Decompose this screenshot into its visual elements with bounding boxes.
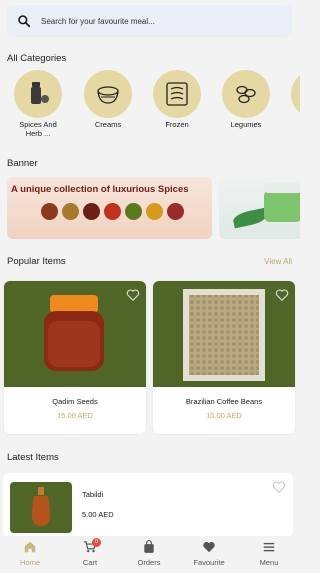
product-image <box>153 281 295 387</box>
popular-title: Popular Items <box>7 256 66 267</box>
spice-spoon <box>125 203 142 220</box>
banner-slide-spices[interactable]: A unique collection of luxurious Spices <box>7 177 212 239</box>
seeds-jar-image <box>44 295 104 371</box>
home-icon <box>24 541 36 553</box>
banner-carousel[interactable]: A unique collection of luxurious Spices <box>7 177 300 239</box>
product-card[interactable]: Qadim Seeds 15.00 AED <box>4 281 146 434</box>
search-icon <box>18 15 31 28</box>
product-name: Qadim Seeds <box>52 397 98 406</box>
tabildi-bottle-image <box>32 487 50 526</box>
categories-title: All Categories <box>7 53 67 64</box>
category-label: Legumes <box>230 120 262 129</box>
bottom-navigation: Home 0 Cart Orders Favourite Menu <box>0 536 300 573</box>
search-bar[interactable]: Search for your favourite meal... <box>7 5 292 37</box>
spice-spoon <box>83 203 100 220</box>
nav-cart[interactable]: 0 Cart <box>65 538 115 567</box>
category-label: Creams <box>94 120 122 129</box>
category-list: Spices And Herb ... Creams Frozen Legume… <box>0 70 300 140</box>
frozen-food-icon <box>166 82 188 106</box>
spice-spoon <box>167 203 184 220</box>
category-frozen[interactable]: Frozen <box>153 70 201 129</box>
coffee-beans-bag-image <box>183 289 265 381</box>
latest-item-name: Tabildi <box>82 490 104 499</box>
product-price: 15.00 AED <box>57 411 93 420</box>
nav-label: Favourite <box>193 558 225 567</box>
category-more[interactable] <box>291 70 300 118</box>
spice-spoon <box>62 203 79 220</box>
cream-jar-image <box>264 190 300 222</box>
latest-title: Latest Items <box>7 452 59 463</box>
product-price: 10.00 AED <box>206 411 242 420</box>
spice-spoon <box>146 203 163 220</box>
cream-bowl-icon <box>97 86 119 104</box>
category-label: Frozen <box>165 120 189 129</box>
view-all-link[interactable]: View All <box>264 257 292 266</box>
nav-label: Menu <box>259 558 279 567</box>
favourite-heart-icon[interactable] <box>126 288 140 302</box>
nav-label: Orders <box>137 558 161 567</box>
leaf-decoration <box>231 207 269 229</box>
spice-spoon <box>41 203 58 220</box>
spice-grinder-icon <box>31 82 49 104</box>
category-creams[interactable]: Creams <box>84 70 132 129</box>
product-name: Brazilian Coffee Beans <box>185 397 263 406</box>
menu-icon <box>263 542 275 552</box>
nav-label: Home <box>19 558 40 567</box>
heart-icon <box>203 542 215 553</box>
product-card[interactable]: Brazilian Coffee Beans 10.00 AED <box>153 281 295 434</box>
latest-item-image <box>10 482 72 533</box>
category-label: Spices And Herb ... <box>19 120 57 138</box>
orders-bag-icon <box>144 540 154 553</box>
category-spices[interactable]: Spices And Herb ... <box>14 70 62 138</box>
search-input[interactable]: Search for your favourite meal... <box>41 17 155 26</box>
spice-spoon <box>104 203 121 220</box>
favourite-heart-icon[interactable] <box>272 480 286 494</box>
category-legumes[interactable]: Legumes <box>222 70 270 129</box>
favourite-heart-icon[interactable] <box>275 288 289 302</box>
banner-title: Banner <box>7 158 38 169</box>
cart-badge: 0 <box>92 538 101 547</box>
cream-jar-lid <box>264 183 300 193</box>
nav-favourite[interactable]: Favourite <box>184 540 234 567</box>
latest-item-price: 5.00 AED <box>82 510 114 519</box>
nav-home[interactable]: Home <box>5 540 55 567</box>
product-image <box>4 281 146 387</box>
nav-orders[interactable]: Orders <box>124 540 174 567</box>
banner-slide-cream[interactable] <box>219 177 300 239</box>
banner-text: A unique collection of luxurious Spices <box>11 184 189 195</box>
legumes-icon <box>236 85 256 104</box>
nav-menu[interactable]: Menu <box>244 540 294 567</box>
latest-item[interactable]: Tabildi 5.00 AED <box>3 473 293 537</box>
nav-label: Cart <box>82 558 98 567</box>
